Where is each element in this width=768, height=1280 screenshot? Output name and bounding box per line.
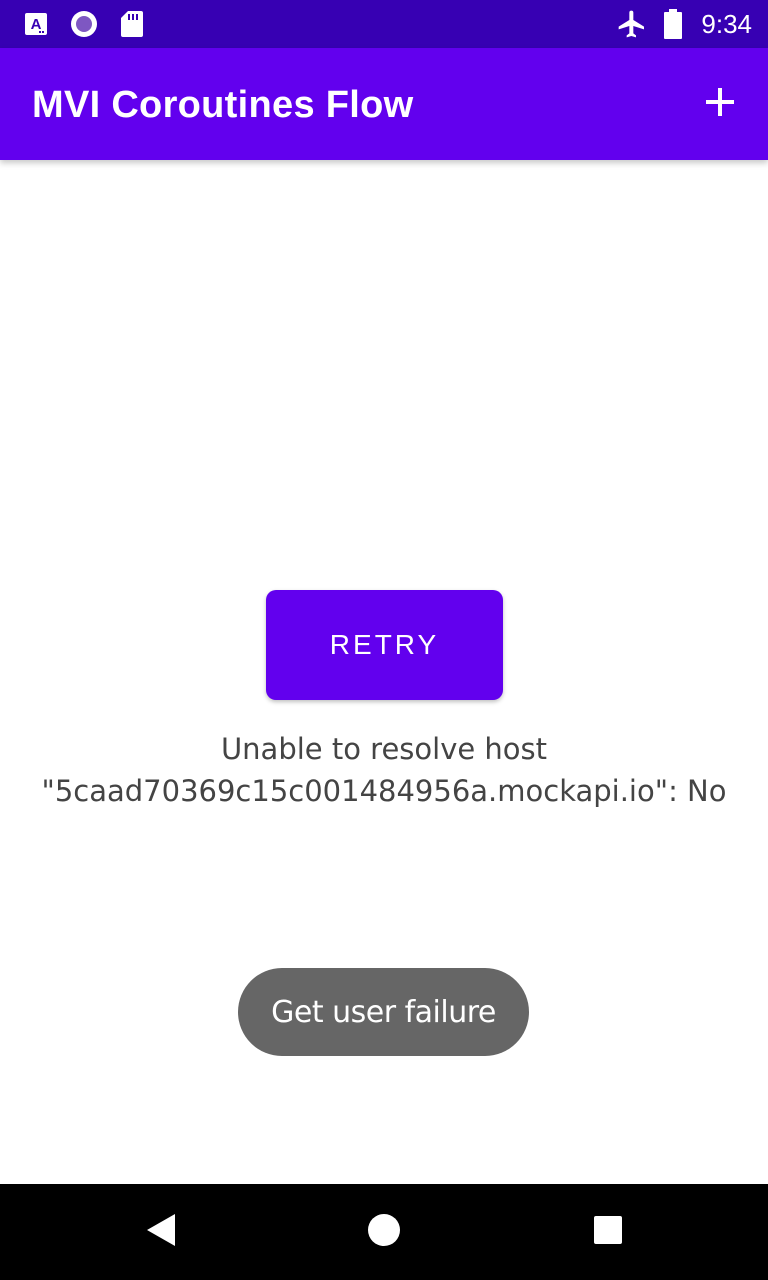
record-circle-icon	[70, 10, 98, 43]
toast-message: Get user failure	[271, 994, 496, 1030]
accessibility-a-icon: A	[24, 12, 48, 41]
airplane-mode-icon	[616, 8, 648, 45]
battery-icon	[662, 8, 684, 45]
app-title: MVI Coroutines Flow	[32, 84, 414, 126]
back-button[interactable]	[136, 1208, 184, 1256]
error-message: Unable to resolve host "5caad70369c15c00…	[41, 732, 727, 808]
add-button[interactable]	[692, 74, 748, 134]
recents-icon	[592, 1214, 624, 1251]
toast: Get user failure	[238, 968, 529, 1056]
svg-text:A: A	[31, 16, 42, 33]
navigation-bar	[0, 1184, 768, 1280]
home-icon	[367, 1213, 401, 1252]
add-icon	[704, 86, 736, 123]
app-bar: MVI Coroutines Flow	[0, 48, 768, 160]
app-screen: A 9:34 MVI Coroutines Flow RETRY Unable …	[0, 0, 768, 1280]
retry-button-label: RETRY	[329, 629, 440, 660]
recents-button[interactable]	[584, 1208, 632, 1256]
status-bar: A 9:34	[0, 0, 768, 48]
sd-card-icon	[120, 10, 144, 43]
retry-button[interactable]: RETRY	[266, 590, 503, 700]
home-button[interactable]	[360, 1208, 408, 1256]
status-time: 9:34	[701, 9, 752, 39]
back-icon	[143, 1212, 177, 1253]
